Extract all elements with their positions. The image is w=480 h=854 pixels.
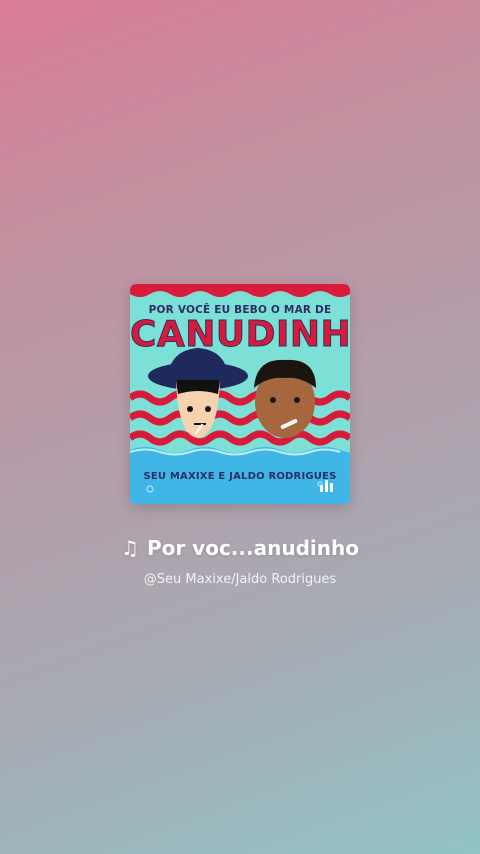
- playing-bars-icon: [320, 480, 338, 492]
- music-note-icon: ♫: [121, 536, 139, 560]
- song-title[interactable]: ♫ Por voc...anudinho: [0, 536, 480, 560]
- cover-artists-text: SEU MAXIXE E JALDO RODRIGUES: [143, 471, 337, 482]
- album-cover[interactable]: POR VOCÊ EU BEBO O MAR DE CANUDINHO SEU …: [130, 284, 350, 504]
- song-title-text: Por voc...anudinho: [146, 536, 359, 560]
- cover-title-text: CANUDINHO: [130, 314, 350, 356]
- song-artist[interactable]: @Seu Maxixe/Jaldo Rodrigues: [0, 572, 480, 587]
